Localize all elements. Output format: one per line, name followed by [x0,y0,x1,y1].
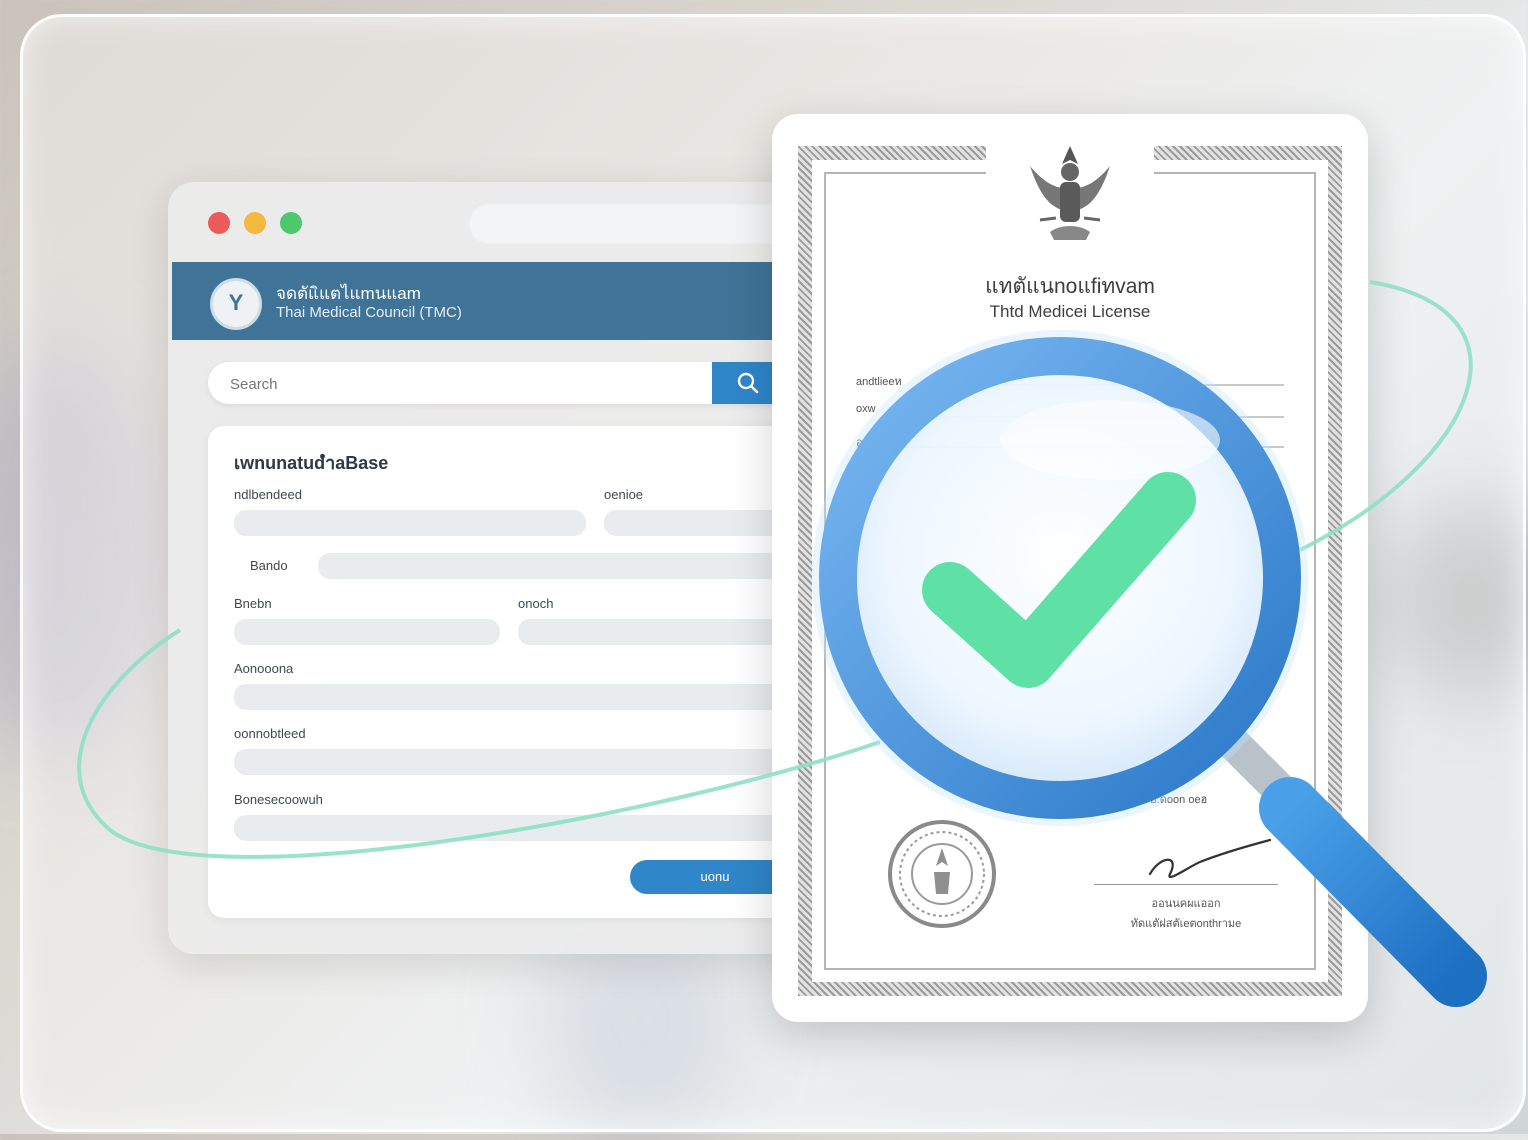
orbit-overlay [77,280,1487,1007]
lens-highlight [1000,400,1220,480]
magnifier-handle [1259,777,1487,1007]
orbit-ring [77,628,881,859]
orbit-ring [1299,280,1473,552]
